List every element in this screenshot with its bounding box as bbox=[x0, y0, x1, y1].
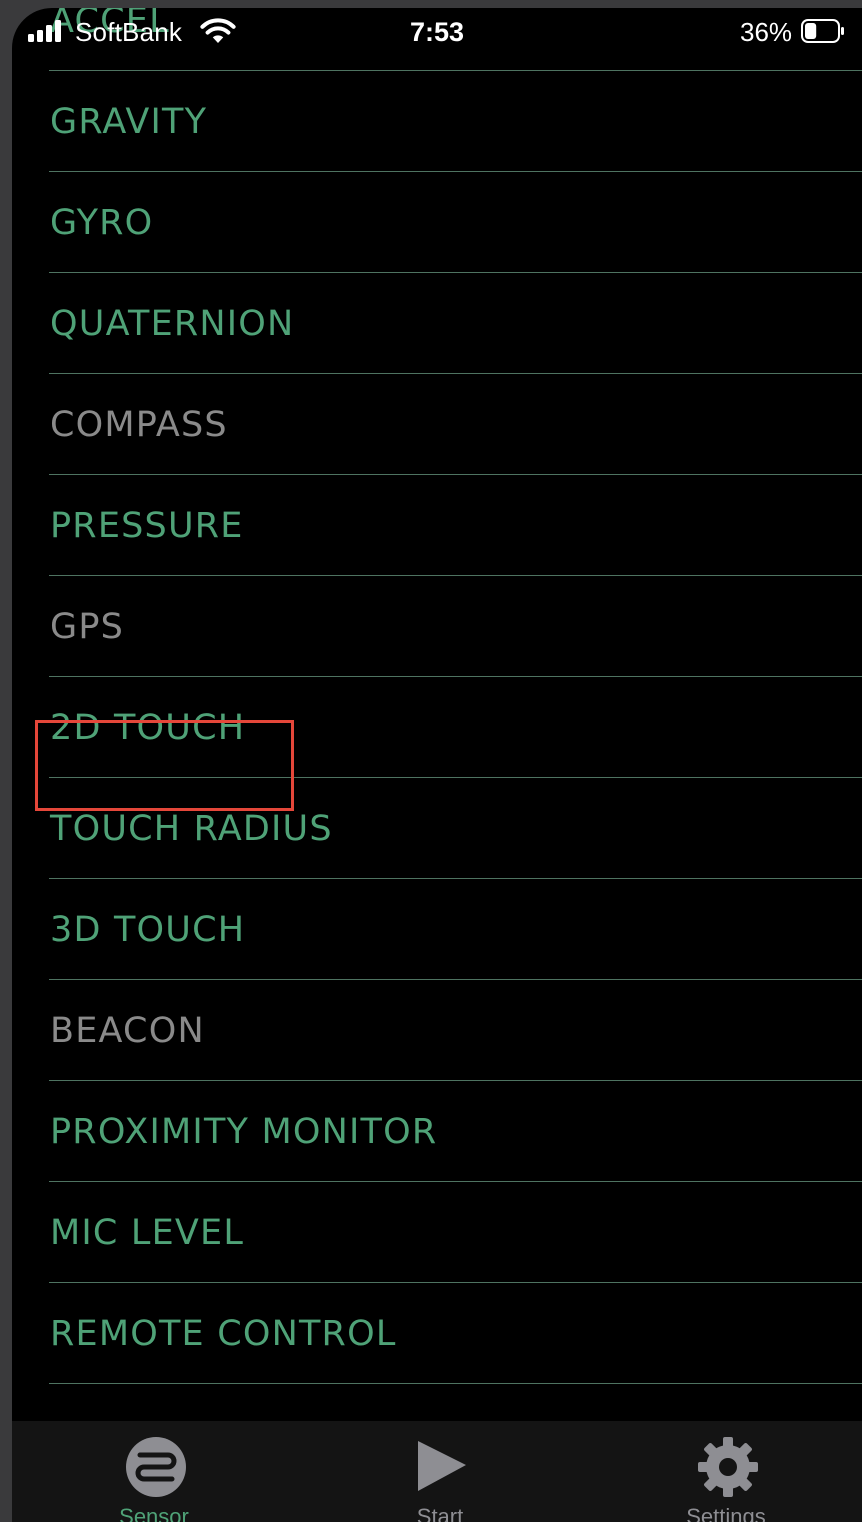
tab-label: Start bbox=[416, 1504, 464, 1522]
status-time: 7:53 bbox=[410, 17, 465, 47]
sensor-label: PROXIMITY MONITOR bbox=[50, 1112, 438, 1152]
row-divider bbox=[49, 171, 862, 172]
carrier-name: SoftBank bbox=[75, 17, 183, 47]
sensor-icon bbox=[126, 1437, 186, 1497]
status-bar: SoftBank 7:53 36% bbox=[12, 8, 862, 56]
row-divider bbox=[49, 70, 862, 71]
gear-icon bbox=[698, 1437, 758, 1497]
sensor-row-compass[interactable]: COMPASS bbox=[49, 375, 862, 475]
sensor-row-remote-control[interactable]: REMOTE CONTROL bbox=[49, 1284, 862, 1384]
sensor-label: QUATERNION bbox=[50, 304, 295, 344]
sensor-label: REMOTE CONTROL bbox=[50, 1314, 397, 1354]
play-icon bbox=[418, 1441, 466, 1491]
sensor-row-3d-touch[interactable]: 3D TOUCH bbox=[49, 880, 862, 980]
tab-settings[interactable]: Settings bbox=[636, 1421, 816, 1522]
sensor-row-proximity-monitor[interactable]: PROXIMITY MONITOR bbox=[49, 1082, 862, 1182]
tab-bar: Sensor Start Settings bbox=[12, 1421, 862, 1522]
row-divider bbox=[49, 272, 862, 273]
sensor-row-gyro[interactable]: GYRO bbox=[49, 173, 862, 273]
battery-percentage: 36% bbox=[740, 17, 793, 47]
sensor-row-gps[interactable]: GPS bbox=[49, 577, 862, 677]
row-divider bbox=[49, 1080, 862, 1081]
sensor-row-gravity[interactable]: GRAVITY bbox=[49, 72, 862, 172]
sensor-label: GYRO bbox=[50, 203, 154, 243]
sensor-label: PRESSURE bbox=[50, 506, 244, 546]
sensor-label: COMPASS bbox=[50, 405, 228, 445]
sensor-row-mic-level[interactable]: MIC LEVEL bbox=[49, 1183, 862, 1283]
row-divider bbox=[49, 373, 862, 374]
tab-label: Sensor bbox=[119, 1504, 189, 1522]
battery-icon bbox=[801, 19, 844, 43]
wifi-icon bbox=[200, 18, 236, 43]
tab-start[interactable]: Start bbox=[350, 1421, 530, 1522]
row-divider bbox=[49, 575, 862, 576]
row-divider bbox=[49, 1181, 862, 1182]
sensor-label: GRAVITY bbox=[50, 102, 208, 142]
row-divider bbox=[49, 474, 862, 475]
app-screen: ACCEL GRAVITY GYRO QUATERNION COMPASS PR… bbox=[12, 8, 862, 1522]
row-divider bbox=[49, 878, 862, 879]
sensor-label: BEACON bbox=[50, 1011, 205, 1051]
sensor-row-quaternion[interactable]: QUATERNION bbox=[49, 274, 862, 374]
sensor-row-beacon[interactable]: BEACON bbox=[49, 981, 862, 1081]
row-divider bbox=[49, 1383, 862, 1384]
sensor-row-pressure[interactable]: PRESSURE bbox=[49, 476, 862, 576]
sensor-label: 3D TOUCH bbox=[50, 910, 246, 950]
sensor-label: TOUCH RADIUS bbox=[50, 809, 333, 849]
sensor-label: GPS bbox=[50, 607, 125, 647]
tab-label: Settings bbox=[686, 1504, 766, 1522]
sensor-label: MIC LEVEL bbox=[50, 1213, 245, 1253]
cellular-signal-icon bbox=[28, 20, 68, 42]
row-divider bbox=[49, 1282, 862, 1283]
tab-sensor[interactable]: Sensor bbox=[64, 1421, 244, 1522]
highlight-box bbox=[35, 720, 294, 811]
row-divider bbox=[49, 979, 862, 980]
row-divider bbox=[49, 676, 862, 677]
